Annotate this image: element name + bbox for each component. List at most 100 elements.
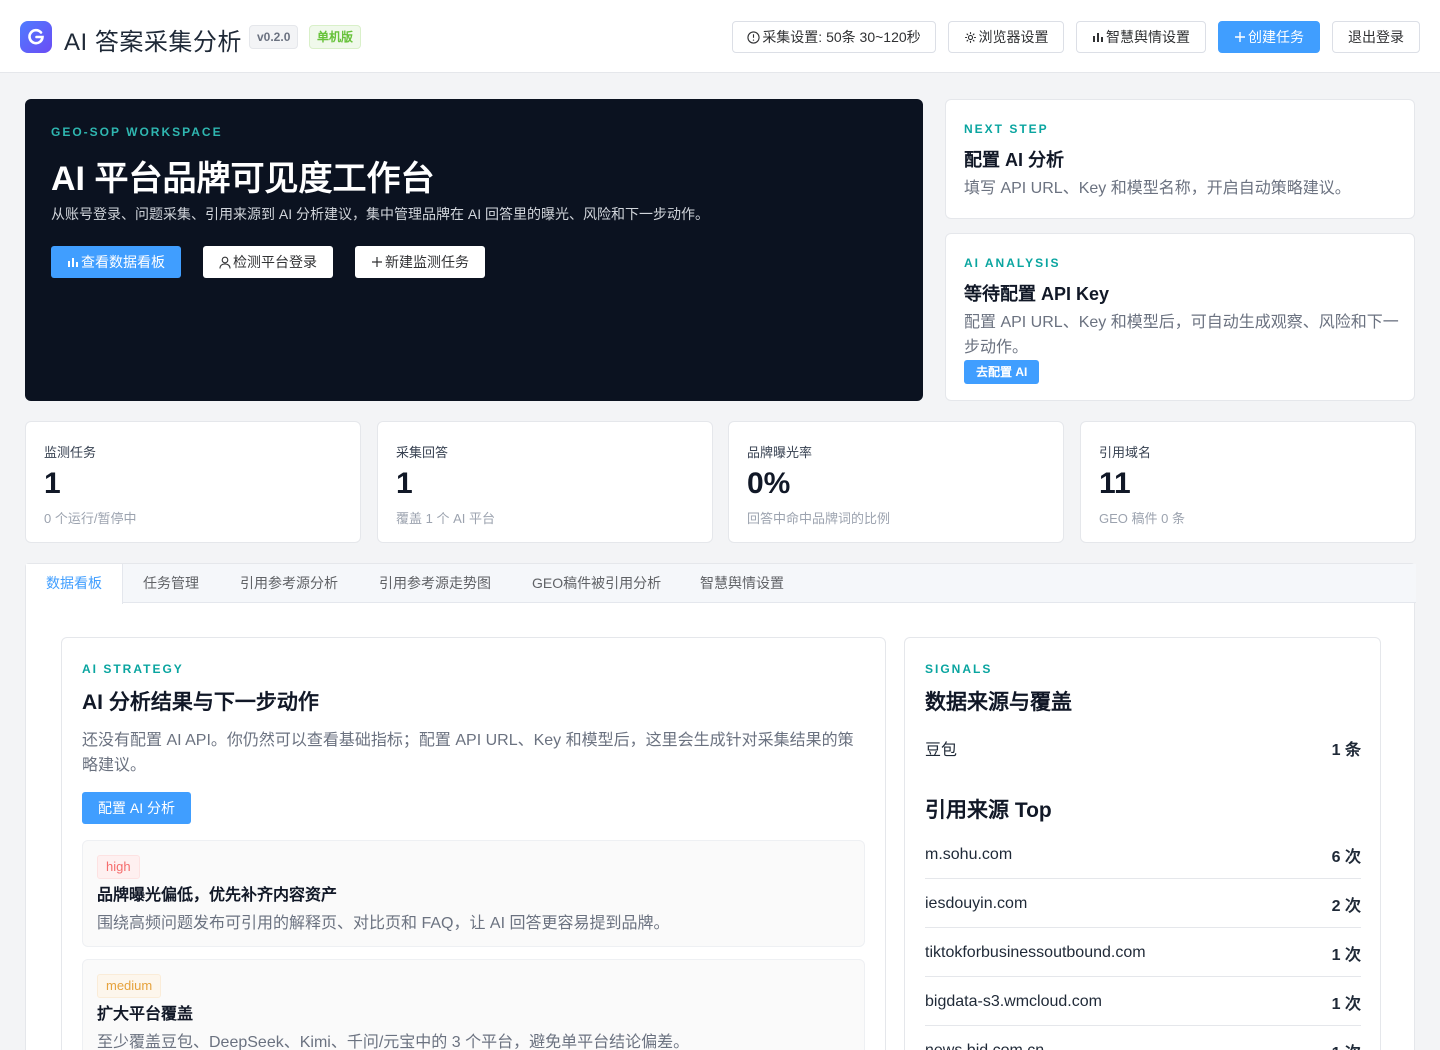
create-task-label: 创建任务 bbox=[1248, 29, 1304, 45]
strategy-kicker: AI STRATEGY bbox=[82, 662, 184, 676]
check-login-button[interactable]: 检测平台登录 bbox=[203, 246, 333, 278]
ai-strategy-card: AI STRATEGY AI 分析结果与下一步动作 还没有配置 AI API。你… bbox=[61, 637, 886, 1050]
new-monitor-task-label: 新建监测任务 bbox=[385, 254, 469, 270]
recommendation-item: high 品牌曝光偏低，优先补齐内容资产 围绕高频问题发布可引用的解释页、对比页… bbox=[82, 840, 865, 947]
priority-badge: medium bbox=[97, 974, 162, 998]
hero-kicker: GEO-SOP WORKSPACE bbox=[51, 125, 223, 139]
browser-settings-label: 浏览器设置 bbox=[978, 29, 1049, 45]
stat-note: 0 个运行/暂停中 bbox=[44, 511, 137, 526]
app-title: AI 答案采集分析 bbox=[64, 29, 242, 56]
new-monitor-task-button[interactable]: 新建监测任务 bbox=[355, 246, 485, 278]
source-count: 1 条 bbox=[1331, 742, 1361, 759]
sentiment-settings-button[interactable]: 智慧舆情设置 bbox=[1076, 21, 1206, 53]
domain-count: 1 次 bbox=[1331, 995, 1361, 1013]
tab-bar: 数据看板 任务管理 引用参考源分析 引用参考源走势图 GEO稿件被引用分析 智慧… bbox=[26, 564, 1416, 604]
recommendation-title: 品牌曝光偏低，优先补齐内容资产 bbox=[97, 887, 338, 904]
stat-value: 1 bbox=[396, 467, 413, 500]
domain-name: tiktokforbusinessoutbound.com bbox=[925, 943, 1146, 961]
stat-value: 11 bbox=[1099, 467, 1131, 500]
top-sources-title: 引用来源 Top bbox=[925, 799, 1052, 822]
domain-name: m.sohu.com bbox=[925, 845, 1013, 863]
hero-panel: GEO-SOP WORKSPACE AI 平台品牌可见度工作台 从账号登录、问题… bbox=[25, 99, 923, 401]
tab-task-management[interactable]: 任务管理 bbox=[143, 564, 199, 603]
top-source-row: tiktokforbusinessoutbound.com 1 次 bbox=[925, 929, 1361, 977]
recommendation-title: 扩大平台覆盖 bbox=[97, 1006, 194, 1023]
next-step-card: NEXT STEP 配置 AI 分析 填写 API URL、Key 和模型名称，… bbox=[945, 99, 1415, 219]
view-dashboard-button[interactable]: 查看数据看板 bbox=[51, 246, 181, 278]
tab-sentiment-settings[interactable]: 智慧舆情设置 bbox=[700, 564, 784, 603]
stat-value: 0% bbox=[747, 467, 791, 500]
next-step-kicker: NEXT STEP bbox=[964, 122, 1049, 136]
collect-settings-button[interactable]: 采集设置: 50条 30~120秒 bbox=[732, 21, 936, 53]
configure-ai-analysis-button[interactable]: 配置 AI 分析 bbox=[82, 792, 192, 824]
stat-note: 回答中命中品牌词的比例 bbox=[747, 511, 891, 526]
version-badge: v0.2.0 bbox=[249, 25, 299, 49]
tabs-panel: 数据看板 任务管理 引用参考源分析 引用参考源走势图 GEO稿件被引用分析 智慧… bbox=[25, 563, 1416, 1050]
plus-icon bbox=[372, 257, 382, 267]
clock-icon bbox=[747, 30, 760, 44]
gear-icon bbox=[964, 31, 976, 43]
app-logo-icon bbox=[20, 21, 52, 53]
logout-button[interactable]: 退出登录 bbox=[1332, 21, 1420, 53]
collect-settings-label: 采集设置: 50条 30~120秒 bbox=[762, 29, 921, 45]
check-login-label: 检测平台登录 bbox=[233, 254, 317, 270]
stat-card-domains: 引用域名 11 GEO 稿件 0 条 bbox=[1080, 421, 1416, 543]
next-step-desc: 填写 API URL、Key 和模型名称，开启自动策略建议。 bbox=[964, 180, 1351, 197]
domain-count: 6 次 bbox=[1331, 848, 1361, 866]
recommendation-item: medium 扩大平台覆盖 至少覆盖豆包、DeepSeek、Kimi、千问/元宝… bbox=[82, 959, 865, 1050]
plus-icon bbox=[1235, 32, 1245, 42]
top-source-row: iesdouyin.com 2 次 bbox=[925, 880, 1361, 928]
tab-citation-analysis[interactable]: 引用参考源分析 bbox=[240, 564, 338, 603]
user-icon bbox=[219, 256, 231, 269]
stat-note: GEO 稿件 0 条 bbox=[1099, 511, 1185, 526]
top-source-row: news.bjd.com.cn 1 次 bbox=[925, 1027, 1361, 1050]
top-source-row: bigdata-s3.wmcloud.com 1 次 bbox=[925, 978, 1361, 1026]
source-row: 豆包 1 条 bbox=[925, 724, 1361, 772]
stat-label: 采集回答 bbox=[396, 445, 449, 460]
hero-subtitle: 从账号登录、问题采集、引用来源到 AI 分析建议，集中管理品牌在 AI 回答里的… bbox=[51, 206, 710, 222]
sentiment-settings-label: 智慧舆情设置 bbox=[1106, 29, 1190, 45]
tab-geo-article-analysis[interactable]: GEO稿件被引用分析 bbox=[532, 564, 661, 603]
ai-analysis-title: 等待配置 API Key bbox=[964, 284, 1110, 304]
source-name: 豆包 bbox=[925, 742, 958, 759]
stat-label: 品牌曝光率 bbox=[747, 445, 813, 460]
domain-count: 1 次 bbox=[1331, 946, 1361, 964]
go-configure-ai-button[interactable]: 去配置 AI bbox=[964, 360, 1040, 384]
top-source-row: m.sohu.com 6 次 bbox=[925, 831, 1361, 879]
tab-citation-trend[interactable]: 引用参考源走势图 bbox=[379, 564, 491, 603]
recommendation-desc: 围绕高频问题发布可引用的解释页、对比页和 FAQ，让 AI 回答更容易提到品牌。 bbox=[97, 915, 670, 932]
recommendation-desc: 至少覆盖豆包、DeepSeek、Kimi、千问/元宝中的 3 个平台，避免单平台… bbox=[97, 1034, 690, 1050]
strategy-title: AI 分析结果与下一步动作 bbox=[82, 691, 319, 714]
strategy-desc: 还没有配置 AI API。你仍然可以查看基础指标；配置 API URL、Key … bbox=[82, 732, 854, 774]
ai-analysis-card: AI ANALYSIS 等待配置 API Key 配置 API URL、Key … bbox=[945, 233, 1415, 401]
stat-label: 监测任务 bbox=[44, 445, 97, 460]
domain-count: 2 次 bbox=[1331, 897, 1361, 915]
domain-count: 1 次 bbox=[1332, 1039, 1361, 1050]
domain-name: iesdouyin.com bbox=[925, 894, 1028, 912]
bar-chart-icon bbox=[1093, 33, 1103, 42]
domain-name: news.bjd.com.cn bbox=[925, 1042, 1044, 1050]
stat-note: 覆盖 1 个 AI 平台 bbox=[396, 511, 495, 526]
tab-dashboard[interactable]: 数据看板 bbox=[26, 564, 123, 604]
priority-badge: high bbox=[97, 855, 140, 879]
browser-settings-button[interactable]: 浏览器设置 bbox=[948, 21, 1064, 53]
bar-chart-icon bbox=[68, 258, 78, 267]
stat-card-answers: 采集回答 1 覆盖 1 个 AI 平台 bbox=[377, 421, 713, 543]
stat-value: 1 bbox=[44, 467, 61, 500]
stat-label: 引用域名 bbox=[1099, 445, 1152, 460]
signals-kicker: SIGNALS bbox=[925, 662, 993, 676]
mode-badge: 单机版 bbox=[309, 25, 362, 49]
stat-card-exposure: 品牌曝光率 0% 回答中命中品牌词的比例 bbox=[728, 421, 1064, 543]
create-task-button[interactable]: 创建任务 bbox=[1218, 21, 1320, 53]
signals-title: 数据来源与覆盖 bbox=[925, 691, 1072, 714]
stat-card-tasks: 监测任务 1 0 个运行/暂停中 bbox=[25, 421, 361, 543]
hero-title: AI 平台品牌可见度工作台 bbox=[51, 160, 435, 198]
next-step-title: 配置 AI 分析 bbox=[964, 150, 1065, 170]
ai-analysis-desc: 配置 API URL、Key 和模型后，可自动生成观察、风险和下一步动作。 bbox=[964, 314, 1399, 356]
logout-label: 退出登录 bbox=[1348, 29, 1404, 45]
domain-name: bigdata-s3.wmcloud.com bbox=[925, 992, 1102, 1010]
view-dashboard-label: 查看数据看板 bbox=[81, 254, 165, 270]
ai-analysis-kicker: AI ANALYSIS bbox=[964, 256, 1061, 270]
top-bar: AI 答案采集分析 v0.2.0 单机版 采集设置: 50条 30~120秒 浏… bbox=[0, 0, 1440, 73]
signals-card: SIGNALS 数据来源与覆盖 豆包 1 条 引用来源 Top m.sohu.c… bbox=[904, 637, 1381, 1050]
